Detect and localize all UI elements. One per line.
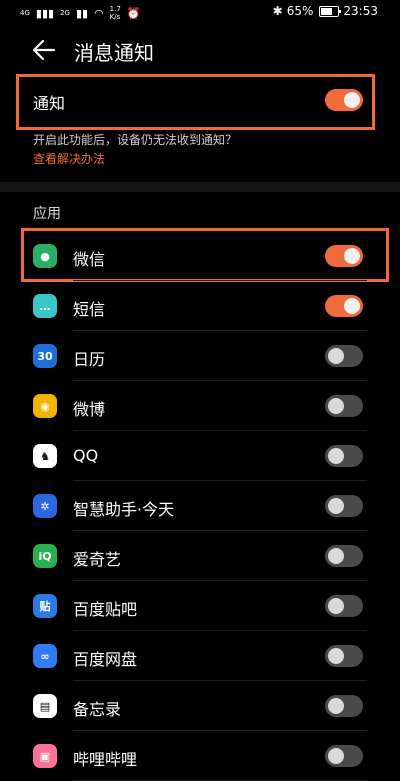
app-notification-toggle[interactable] xyxy=(325,395,363,417)
page-title: 消息通知 xyxy=(74,41,154,65)
app-notification-toggle[interactable] xyxy=(325,445,363,467)
app-row[interactable]: ▤ 备忘录 xyxy=(0,681,400,731)
app-row[interactable]: ◉ 微博 xyxy=(0,381,400,431)
weibo-icon: ◉ xyxy=(33,394,57,418)
app-name: 爱奇艺 xyxy=(73,550,122,569)
signal-icon-2: ▮▮ xyxy=(75,6,89,20)
app-row[interactable]: ▣ 哔哩哔哩 xyxy=(0,731,400,781)
clock: 23:53 xyxy=(343,4,378,18)
app-name: 百度贴吧 xyxy=(73,600,138,619)
app-notification-toggle[interactable] xyxy=(325,745,363,767)
notifications-label: 通知 xyxy=(33,94,66,113)
toggle-knob xyxy=(328,648,344,664)
battery-percent: 65% xyxy=(286,4,314,18)
network-speed-value: 1.7 xyxy=(109,5,121,13)
app-row[interactable]: 贴百度贴吧 xyxy=(0,581,400,631)
app-row[interactable]: ● 微信 xyxy=(0,231,400,281)
network-speed-unit: K/s xyxy=(109,13,121,21)
network-speed: 1.7 K/s xyxy=(110,5,121,21)
toggle-knob xyxy=(328,498,344,514)
sms-icon: … xyxy=(33,294,57,318)
notifications-row[interactable]: 通知 xyxy=(33,78,368,122)
app-row[interactable]: … 短信 xyxy=(0,281,400,331)
toggle-knob xyxy=(328,448,344,464)
iqiyi-icon: iQ xyxy=(33,544,57,568)
signal-icon: ▮▮▮ xyxy=(35,6,55,20)
app-name: QQ xyxy=(73,446,99,465)
toggle-knob xyxy=(344,298,360,314)
battery-icon xyxy=(319,5,342,17)
app-row[interactable]: ♞ QQ xyxy=(0,431,400,481)
app-notification-toggle[interactable] xyxy=(325,695,363,717)
baidu-netdisk-icon: ∞ xyxy=(33,644,57,668)
app-notification-toggle[interactable] xyxy=(325,345,363,367)
app-name: 百度网盘 xyxy=(73,650,138,669)
view-solution-link[interactable]: 查看解决办法 xyxy=(33,150,105,167)
wifi-icon: ◠ xyxy=(94,6,104,20)
wechat-icon: ● xyxy=(33,244,57,268)
status-left: 4G ▮▮▮ 2G ▮▮ ◠ 1.7 K/s ⏰ xyxy=(20,5,141,21)
alarm-icon: ⏰ xyxy=(126,6,141,20)
signal-4g-label: 4G xyxy=(20,9,30,17)
memo-icon: ▤ xyxy=(33,694,57,718)
app-name: 短信 xyxy=(73,300,106,319)
back-arrow-icon xyxy=(32,39,56,61)
app-notification-toggle[interactable] xyxy=(325,495,363,517)
toggle-knob xyxy=(328,548,344,564)
calendar-icon: 30 xyxy=(33,344,57,368)
apps-section-title: 应用 xyxy=(33,206,61,222)
toggle-knob xyxy=(328,748,344,764)
header: 消息通知 xyxy=(0,28,400,72)
app-notification-toggle[interactable] xyxy=(325,295,363,317)
app-notification-toggle[interactable] xyxy=(325,545,363,567)
section-divider xyxy=(0,182,400,192)
app-name: 微博 xyxy=(73,400,106,419)
back-button[interactable] xyxy=(30,36,60,64)
app-name: 微信 xyxy=(73,250,106,269)
notification-hint-text: 开启此功能后，设备仍无法收到通知？ xyxy=(33,133,238,147)
app-name: 日历 xyxy=(73,350,106,369)
qq-icon: ♞ xyxy=(33,444,57,468)
signal-2g-label: 2G xyxy=(60,9,70,17)
toggle-knob xyxy=(344,92,360,108)
bluetooth-icon: ✱ xyxy=(272,4,283,18)
toggle-knob xyxy=(328,698,344,714)
notifications-toggle[interactable] xyxy=(325,89,363,111)
app-notification-toggle[interactable] xyxy=(325,595,363,617)
status-right: ✱ 65% 23:53 xyxy=(273,4,378,18)
app-row[interactable]: iQ 爱奇艺 xyxy=(0,531,400,581)
app-name: 哔哩哔哩 xyxy=(73,750,138,769)
battery-fill xyxy=(321,7,332,15)
app-notification-toggle[interactable] xyxy=(325,245,363,267)
toggle-knob xyxy=(328,598,344,614)
tieba-icon: 贴 xyxy=(33,594,57,618)
bilibili-icon: ▣ xyxy=(33,744,57,768)
app-name: 智慧助手·今天 xyxy=(73,500,175,519)
app-row[interactable]: 30 日历 xyxy=(0,331,400,381)
toggle-knob xyxy=(344,248,360,264)
assistant-icon: ✲ xyxy=(33,494,57,518)
toggle-knob xyxy=(328,398,344,414)
toggle-knob xyxy=(328,348,344,364)
app-row[interactable]: ∞ 百度网盘 xyxy=(0,631,400,681)
app-notification-toggle[interactable] xyxy=(325,645,363,667)
app-row[interactable]: ✲ 智慧助手·今天 xyxy=(0,481,400,531)
status-bar: 4G ▮▮▮ 2G ▮▮ ◠ 1.7 K/s ⏰ ✱ 65% 23:53 xyxy=(0,0,400,24)
app-name: 备忘录 xyxy=(73,700,122,719)
